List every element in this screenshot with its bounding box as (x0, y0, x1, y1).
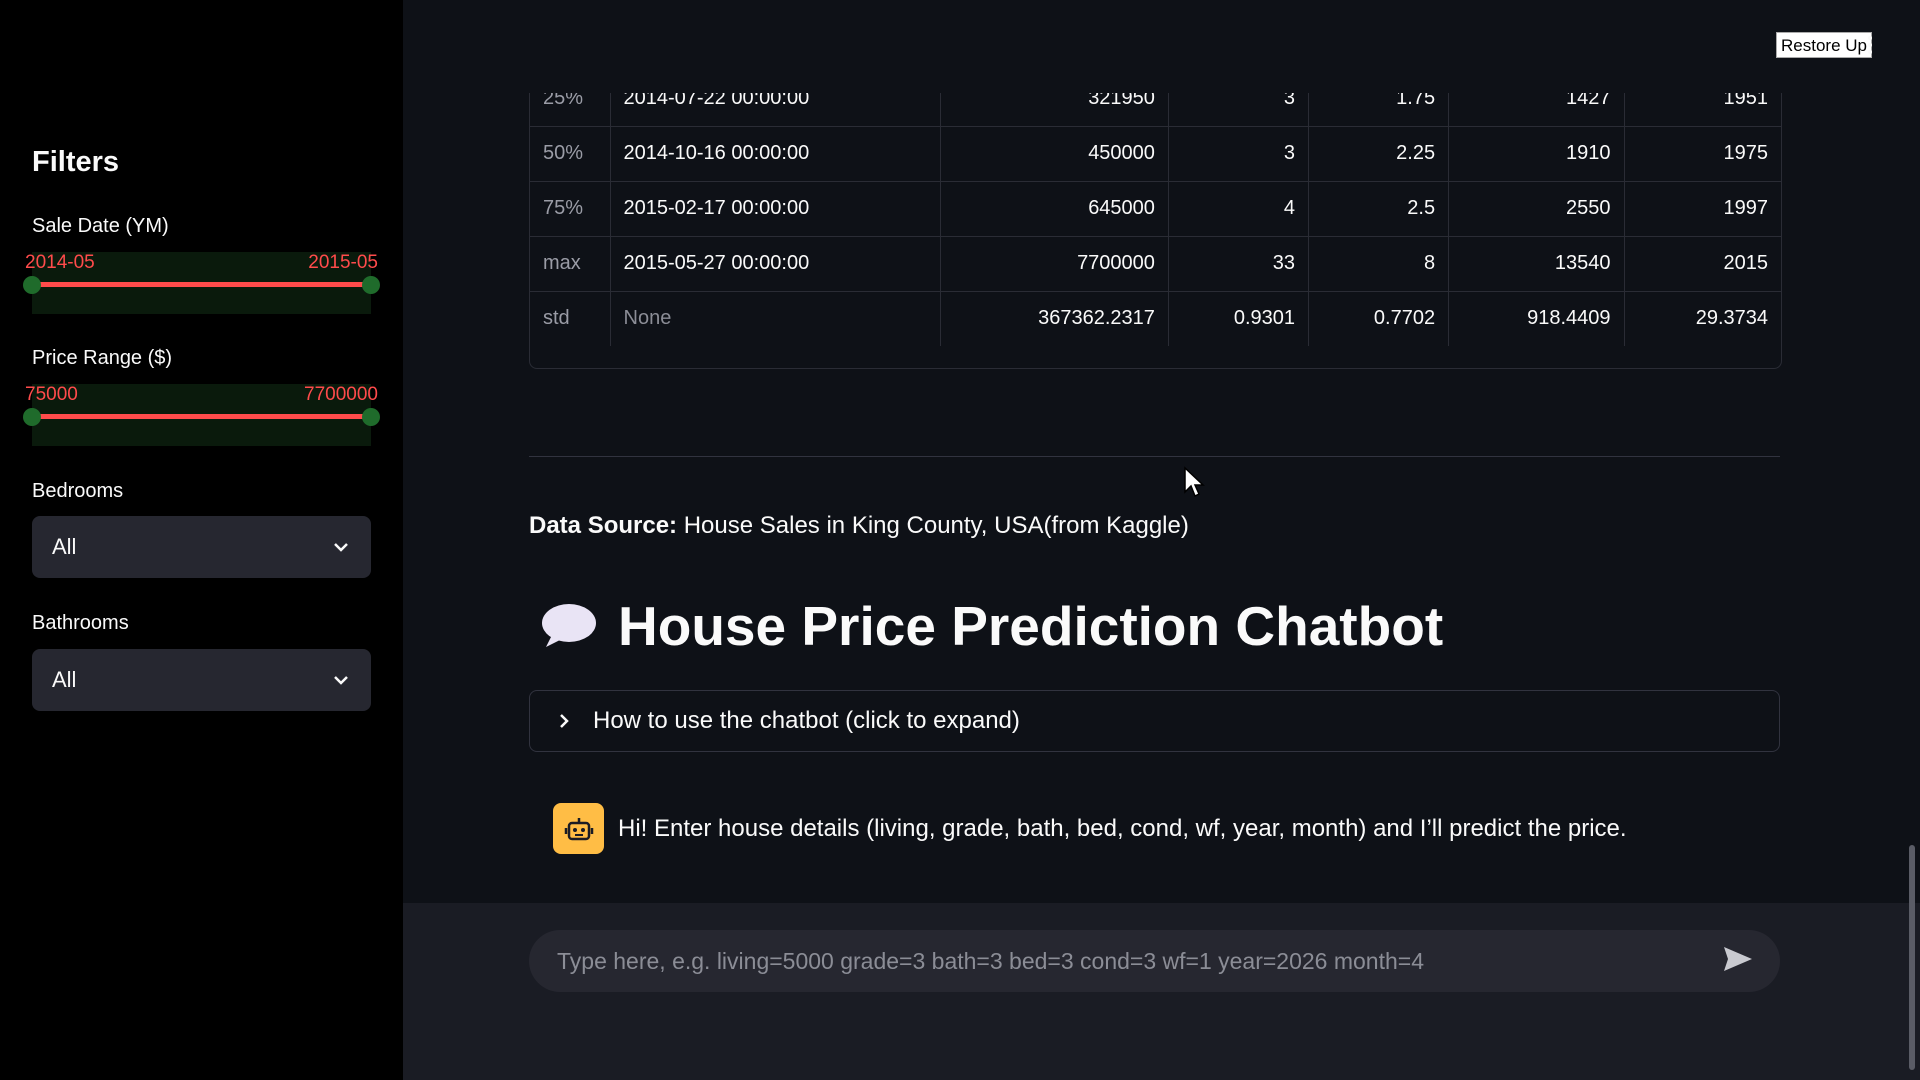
table-cell: 1997 (1624, 181, 1781, 237)
sale-date-max-handle[interactable] (362, 276, 380, 294)
sale-date-min: 2014-05 (25, 252, 95, 273)
table-row: std None 367362.2317 0.9301 0.7702 918.4409 29… (530, 291, 1781, 346)
chevron-down-icon (334, 543, 348, 552)
price-range-max-handle[interactable] (362, 408, 380, 426)
table-cell: 450000 (940, 126, 1169, 182)
sidebar: Filters Sale Date (YM) 2014-05 2015-05 P… (0, 0, 403, 1080)
table-cell: 3 (1168, 126, 1310, 182)
table-cell: 2.5 (1308, 181, 1450, 237)
price-range-track (32, 414, 371, 419)
table-cell: 367362.2317 (940, 291, 1169, 346)
row-index-cell: 75% (530, 181, 611, 237)
divider (529, 456, 1780, 457)
table-cell: 0.9301 (1168, 291, 1310, 346)
main-menu-icon[interactable] (1867, 36, 1873, 56)
app-header (403, 0, 1920, 93)
table-cell: None (610, 291, 941, 346)
table-cell: 1975 (1624, 126, 1781, 182)
table-row: 75% 2015-02-17 00:00:00 645000 4 2.5 2550 1997 (530, 181, 1781, 237)
mouse-cursor-icon (1184, 466, 1205, 498)
data-source-label: Data Source: (529, 512, 678, 539)
sale-date-track (32, 282, 371, 287)
table-cell: 645000 (940, 181, 1169, 237)
send-icon (1724, 946, 1752, 971)
speech-bubble-icon (542, 604, 596, 647)
table-cell: 4 (1168, 181, 1310, 237)
sale-date-label: Sale Date (YM) (32, 215, 169, 237)
table-cell: 33 (1168, 236, 1310, 292)
assistant-message: Hi! Enter house details (living, grade, … (553, 803, 1627, 854)
send-button[interactable] (1722, 945, 1754, 978)
row-index-cell: 50% (530, 126, 611, 182)
bedrooms-label: Bedrooms (32, 480, 124, 502)
price-range-min: 75000 (25, 384, 78, 405)
bathrooms-value: All (52, 667, 77, 692)
data-source-text: House Sales in King County, USA(from Kag… (683, 512, 1189, 539)
table-row: max 2015-05-27 00:00:00 7700000 33 8 13540 201… (530, 236, 1781, 292)
bathrooms-select[interactable]: All (32, 649, 371, 711)
table-cell: 2015-02-17 00:00:00 (610, 181, 941, 237)
table-cell: 1910 (1448, 126, 1625, 182)
bathrooms-label: Bathrooms (32, 612, 129, 634)
chat-input[interactable] (555, 946, 1679, 976)
assistant-message-text: Hi! Enter house details (living, grade, … (618, 814, 1627, 842)
table-cell: 2550 (1448, 181, 1625, 237)
data-source: Data Source: House Sales in King County,… (529, 512, 1189, 540)
table-cell: 13540 (1448, 236, 1625, 292)
price-range-max: 7700000 (304, 384, 378, 405)
table-cell: 7700000 (940, 236, 1169, 292)
table-cell: 2015 (1624, 236, 1781, 292)
sale-date-slider[interactable]: 2014-05 2015-05 (23, 252, 380, 314)
sale-date-min-handle[interactable] (23, 276, 41, 294)
chatbot-title: House Price Prediction Chatbot (618, 595, 1444, 657)
bedrooms-value: All (52, 534, 77, 559)
chevron-right-icon (560, 714, 569, 728)
sidebar-title: Filters (32, 146, 120, 178)
chat-input-box[interactable] (529, 930, 1780, 992)
robot-icon (553, 803, 604, 854)
stats-table: 25% 2014-07-22 00:00:00 321950 3 1.75 1427 195… (529, 70, 1782, 369)
chatbot-help-expander[interactable]: How to use the chatbot (click to expand) (529, 690, 1780, 752)
table-cell: 0.7702 (1308, 291, 1450, 346)
price-range-label: Price Range ($) (32, 347, 173, 369)
table-cell: 2.25 (1308, 126, 1450, 182)
table-cell: 29.3734 (1695, 307, 1768, 330)
sale-date-max: 2015-05 (308, 252, 378, 273)
table-cell: 918.4409 (1448, 291, 1625, 346)
row-index-cell: std (530, 291, 611, 346)
price-range-min-handle[interactable] (23, 408, 41, 426)
expander-label: How to use the chatbot (click to expand) (593, 707, 1020, 734)
table-row: 50% 2014-10-16 00:00:00 450000 3 2.25 1910 197… (530, 126, 1781, 182)
price-range-slider[interactable]: 75000 7700000 (23, 384, 380, 446)
chevron-down-icon (334, 676, 348, 685)
row-index-cell: max (530, 236, 611, 292)
table-cell: 2014-10-16 00:00:00 (610, 126, 941, 182)
scrollbar[interactable] (1909, 845, 1915, 1070)
bedrooms-select[interactable]: All (32, 516, 371, 578)
table-cell: 8 (1308, 236, 1450, 292)
chatbot-heading: House Price Prediction Chatbot (538, 594, 1443, 658)
table-cell: 2015-05-27 00:00:00 (610, 236, 941, 292)
restore-button[interactable]: Restore Up (1776, 32, 1872, 58)
